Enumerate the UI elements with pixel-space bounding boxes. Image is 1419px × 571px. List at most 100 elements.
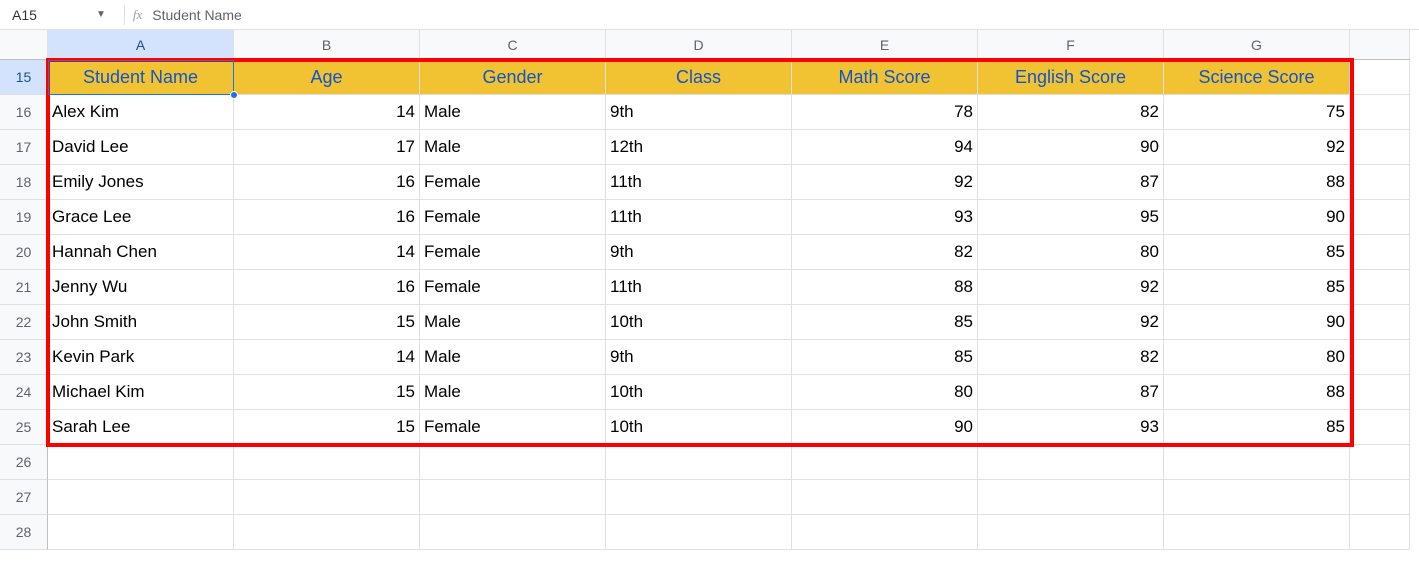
cell-extra-23[interactable] <box>1350 340 1410 375</box>
cell-C20[interactable]: Female <box>420 235 606 270</box>
cell-F19[interactable]: 95 <box>978 200 1164 235</box>
column-header-A[interactable]: A <box>48 30 234 60</box>
row-header-22[interactable]: 22 <box>0 305 48 340</box>
cell-B16[interactable]: 14 <box>234 95 420 130</box>
cell-F15[interactable]: English Score <box>978 60 1164 95</box>
cell-F20[interactable]: 80 <box>978 235 1164 270</box>
row-header-24[interactable]: 24 <box>0 375 48 410</box>
row-header-25[interactable]: 25 <box>0 410 48 445</box>
cell-G27[interactable] <box>1164 480 1350 515</box>
cell-B27[interactable] <box>234 480 420 515</box>
cell-G18[interactable]: 88 <box>1164 165 1350 200</box>
cell-G21[interactable]: 85 <box>1164 270 1350 305</box>
cell-extra-20[interactable] <box>1350 235 1410 270</box>
formula-bar-input[interactable] <box>152 7 1413 23</box>
row-header-15[interactable]: 15 <box>0 60 48 95</box>
cell-A24[interactable]: Michael Kim <box>48 375 234 410</box>
cell-F18[interactable]: 87 <box>978 165 1164 200</box>
cell-F25[interactable]: 93 <box>978 410 1164 445</box>
cell-E25[interactable]: 90 <box>792 410 978 445</box>
cell-G19[interactable]: 90 <box>1164 200 1350 235</box>
cell-D27[interactable] <box>606 480 792 515</box>
cell-G28[interactable] <box>1164 515 1350 550</box>
cell-E19[interactable]: 93 <box>792 200 978 235</box>
cell-A15[interactable]: Student Name <box>48 60 234 95</box>
column-header-C[interactable]: C <box>420 30 606 60</box>
row-header-20[interactable]: 20 <box>0 235 48 270</box>
cell-F16[interactable]: 82 <box>978 95 1164 130</box>
cell-C19[interactable]: Female <box>420 200 606 235</box>
column-header-F[interactable]: F <box>978 30 1164 60</box>
cell-D15[interactable]: Class <box>606 60 792 95</box>
column-header-G[interactable]: G <box>1164 30 1350 60</box>
cell-B28[interactable] <box>234 515 420 550</box>
row-header-28[interactable]: 28 <box>0 515 48 550</box>
cell-E24[interactable]: 80 <box>792 375 978 410</box>
cell-extra-24[interactable] <box>1350 375 1410 410</box>
cell-extra-27[interactable] <box>1350 480 1410 515</box>
cell-C18[interactable]: Female <box>420 165 606 200</box>
cell-E22[interactable]: 85 <box>792 305 978 340</box>
cell-extra-17[interactable] <box>1350 130 1410 165</box>
cell-A26[interactable] <box>48 445 234 480</box>
select-all-corner[interactable] <box>0 30 48 60</box>
row-header-16[interactable]: 16 <box>0 95 48 130</box>
cell-C17[interactable]: Male <box>420 130 606 165</box>
cell-C15[interactable]: Gender <box>420 60 606 95</box>
cell-extra-15[interactable] <box>1350 60 1410 95</box>
cell-A22[interactable]: John Smith <box>48 305 234 340</box>
row-header-17[interactable]: 17 <box>0 130 48 165</box>
cell-B23[interactable]: 14 <box>234 340 420 375</box>
cell-F21[interactable]: 92 <box>978 270 1164 305</box>
cell-C27[interactable] <box>420 480 606 515</box>
column-header-extra[interactable] <box>1350 30 1410 60</box>
cell-E26[interactable] <box>792 445 978 480</box>
cell-C26[interactable] <box>420 445 606 480</box>
cell-D22[interactable]: 10th <box>606 305 792 340</box>
cell-A17[interactable]: David Lee <box>48 130 234 165</box>
cell-D21[interactable]: 11th <box>606 270 792 305</box>
cell-C21[interactable]: Female <box>420 270 606 305</box>
cell-B15[interactable]: Age <box>234 60 420 95</box>
column-header-E[interactable]: E <box>792 30 978 60</box>
cell-C25[interactable]: Female <box>420 410 606 445</box>
cell-F23[interactable]: 82 <box>978 340 1164 375</box>
selection-fill-handle[interactable] <box>230 91 238 99</box>
cell-A28[interactable] <box>48 515 234 550</box>
cell-B22[interactable]: 15 <box>234 305 420 340</box>
cell-A20[interactable]: Hannah Chen <box>48 235 234 270</box>
cell-G15[interactable]: Science Score <box>1164 60 1350 95</box>
cell-F24[interactable]: 87 <box>978 375 1164 410</box>
cell-E16[interactable]: 78 <box>792 95 978 130</box>
cell-C28[interactable] <box>420 515 606 550</box>
row-header-23[interactable]: 23 <box>0 340 48 375</box>
cell-D25[interactable]: 10th <box>606 410 792 445</box>
cell-B20[interactable]: 14 <box>234 235 420 270</box>
cell-C16[interactable]: Male <box>420 95 606 130</box>
cell-B17[interactable]: 17 <box>234 130 420 165</box>
cell-extra-16[interactable] <box>1350 95 1410 130</box>
cell-F22[interactable]: 92 <box>978 305 1164 340</box>
column-header-B[interactable]: B <box>234 30 420 60</box>
cell-E23[interactable]: 85 <box>792 340 978 375</box>
cell-G26[interactable] <box>1164 445 1350 480</box>
cell-A27[interactable] <box>48 480 234 515</box>
cell-E17[interactable]: 94 <box>792 130 978 165</box>
cell-G24[interactable]: 88 <box>1164 375 1350 410</box>
cell-E28[interactable] <box>792 515 978 550</box>
cell-G22[interactable]: 90 <box>1164 305 1350 340</box>
cell-F17[interactable]: 90 <box>978 130 1164 165</box>
cell-A19[interactable]: Grace Lee <box>48 200 234 235</box>
cell-extra-19[interactable] <box>1350 200 1410 235</box>
name-box-dropdown-icon[interactable]: ▼ <box>86 9 116 20</box>
row-header-19[interactable]: 19 <box>0 200 48 235</box>
row-header-26[interactable]: 26 <box>0 445 48 480</box>
cell-B21[interactable]: 16 <box>234 270 420 305</box>
spreadsheet-grid[interactable]: ABCDEFG 15Student NameAgeGenderClassMath… <box>0 30 1419 550</box>
column-header-D[interactable]: D <box>606 30 792 60</box>
cell-extra-26[interactable] <box>1350 445 1410 480</box>
cell-A21[interactable]: Jenny Wu <box>48 270 234 305</box>
cell-B18[interactable]: 16 <box>234 165 420 200</box>
cell-extra-21[interactable] <box>1350 270 1410 305</box>
cell-G25[interactable]: 85 <box>1164 410 1350 445</box>
